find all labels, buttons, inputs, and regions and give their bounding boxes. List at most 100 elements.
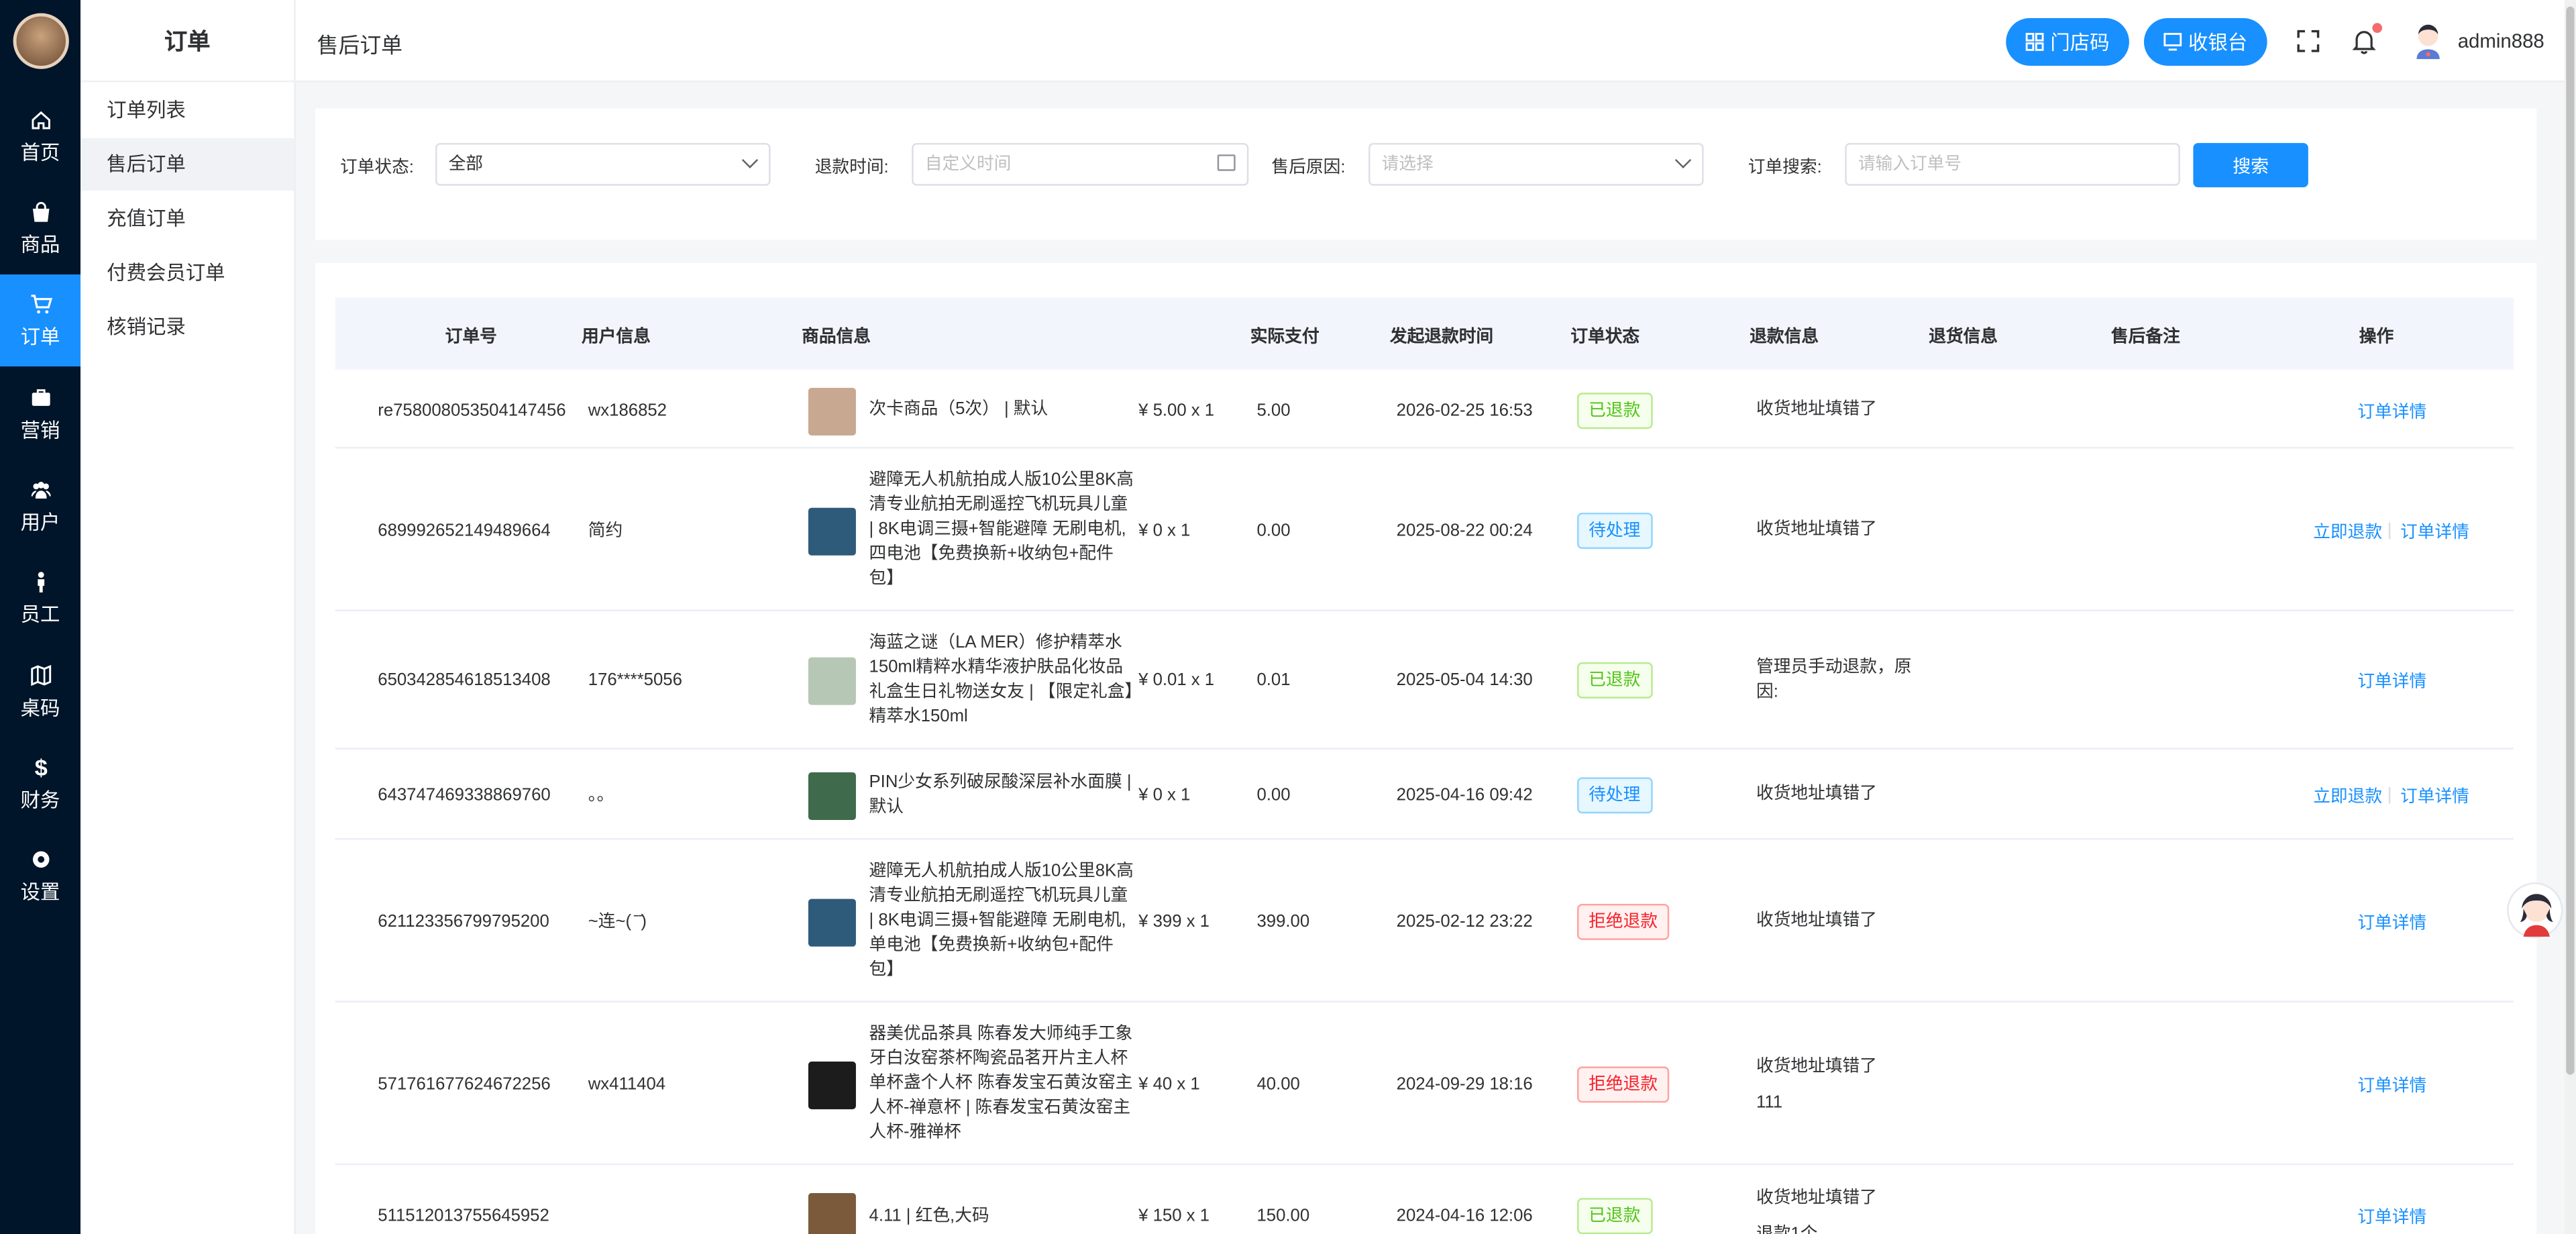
unit-price: ¥ 40 x 1 <box>1138 1074 1200 1094</box>
refund-info: 收货地址填错了 <box>1756 1056 1877 1076</box>
order-detail-link[interactable]: 订单详情 <box>2357 399 2426 423</box>
column-header-1: 用户信息 <box>581 327 651 347</box>
nav-item-4[interactable]: 用户 <box>0 460 80 552</box>
nav-item-8[interactable]: 设置 <box>0 830 80 922</box>
refund-time-placeholder: 自定义时间 <box>924 154 1012 174</box>
refund-request-time: 2024-04-16 12:06 <box>1396 1206 1533 1226</box>
unit-price: ¥ 0.01 x 1 <box>1138 670 1215 690</box>
cashier-label: 收银台 <box>2188 31 2248 54</box>
store-code-button[interactable]: 门店码 <box>2006 17 2129 66</box>
status-badge: 已退款 <box>1577 392 1652 428</box>
product-thumbnail <box>808 1060 856 1109</box>
product-thumbnail <box>808 507 856 555</box>
subnav-item-0[interactable]: 订单列表 <box>80 84 294 136</box>
column-header-7: 退货信息 <box>1929 327 1998 347</box>
nav-item-1[interactable]: 商品 <box>0 183 80 274</box>
unit-price: ¥ 399 x 1 <box>1138 911 1210 931</box>
refund-info: 收货地址填错了 <box>1756 909 1877 929</box>
column-header-6: 退款信息 <box>1750 327 1819 347</box>
order-detail-link[interactable]: 订单详情 <box>2357 910 2426 935</box>
nav-item-6[interactable]: 桌码 <box>0 646 80 737</box>
reason-select[interactable]: 请选择 <box>1368 143 1704 186</box>
nav-item-label: 员工 <box>20 602 60 625</box>
aftersale-table: 订单号 用户信息 商品信息 实际支付 发起退款时间 订单状态 退款信息 退货信息 售后备注 操作 … <box>315 262 2537 1234</box>
notification-dot <box>2372 23 2383 33</box>
table-row: 621123356799795200 ~连~( ̄ ̄) 避障无人机航拍成人版10公… <box>335 839 2514 1002</box>
product-name: 避障无人机航拍成人版10公里8K高清专业航拍无刷遥控飞机玩具儿童 | 8K电调三… <box>869 861 1134 980</box>
table-row: 689992652149489664 简约 避障无人机航拍成人版10公里8K高清专业… <box>335 449 2514 612</box>
subnav-item-2[interactable]: 充值订单 <box>80 193 294 245</box>
nav-item-0[interactable]: 首页 <box>0 91 80 183</box>
table-row: 511512013755645952 4.11 | 红色,大码 ¥ 150 x 1 1… <box>335 1165 2514 1234</box>
subnav-item-1[interactable]: 售后订单 <box>80 138 294 191</box>
user-info: 。。 <box>588 784 614 805</box>
notification-button[interactable] <box>2349 23 2383 56</box>
order-detail-link[interactable]: 订单详情 <box>2357 1072 2426 1097</box>
nav-item-label: 设置 <box>20 880 60 903</box>
column-header-8: 售后备注 <box>2110 327 2180 347</box>
refund-info: 收货地址填错了 <box>1756 782 1877 803</box>
filter-panel: 订单状态: 全部 退款时间: 自定义时间 售后原因: 请选择 订单搜索: 请输入… <box>315 108 2537 240</box>
person-icon <box>29 570 52 593</box>
nav-item-2[interactable]: 订单 <box>0 274 81 367</box>
search-button[interactable]: 搜索 <box>2193 143 2308 188</box>
cashier-button[interactable]: 收银台 <box>2143 17 2267 66</box>
order-search-placeholder: 请输入订单号 <box>1858 154 1962 174</box>
username[interactable]: admin888 <box>2458 30 2544 52</box>
order-number: 571761677624672256 <box>378 1074 551 1094</box>
product-thumbnail <box>808 387 856 435</box>
table-row: 571761677624672256 wx411404 器美优品茶具 陈春发大师纯手… <box>335 1002 2514 1166</box>
subnav-item-3[interactable]: 付费会员订单 <box>80 246 294 299</box>
nav-item-7[interactable]: $ 财务 <box>0 738 80 830</box>
nav-item-label: 首页 <box>20 140 60 164</box>
user-info: wx411404 <box>588 1074 666 1094</box>
order-detail-link[interactable]: 订单详情 <box>2400 783 2469 808</box>
nav-item-5[interactable]: 员工 <box>0 552 80 644</box>
actual-paid: 0.00 <box>1256 520 1291 540</box>
users-icon <box>29 477 52 500</box>
main-nav: 首页商品 订单营销用户员工桌码 $ 财务设置 <box>0 0 81 1234</box>
subnav-item-4[interactable]: 核销记录 <box>80 301 294 353</box>
product-name: PIN少女系列破尿酸深层补水面膜 | 默认 <box>869 771 1132 816</box>
nav-item-label: 营销 <box>20 418 60 442</box>
status-select-value: 全部 <box>448 154 484 174</box>
refund-now-link[interactable]: 立即退款 <box>2313 783 2382 808</box>
actual-paid: 150.00 <box>1256 1206 1310 1226</box>
order-detail-link[interactable]: 订单详情 <box>2357 1204 2426 1229</box>
product-name: 避障无人机航拍成人版10公里8K高清专业航拍无刷遥控飞机玩具儿童 | 8K电调三… <box>869 470 1134 588</box>
unit-price: ¥ 5.00 x 1 <box>1138 400 1215 420</box>
refund-info: 收货地址填错了 <box>1756 518 1877 539</box>
column-header-4: 发起退款时间 <box>1389 327 1494 347</box>
nav-item-3[interactable]: 营销 <box>0 368 80 460</box>
bag-icon <box>29 200 52 223</box>
page-scrollbar[interactable] <box>2564 0 2576 1234</box>
refund-time-label: 退款时间: <box>814 158 889 178</box>
product-name: 4.11 | 红色,大码 <box>869 1205 989 1225</box>
order-number: 689992652149489664 <box>378 520 551 540</box>
order-search-input[interactable]: 请输入订单号 <box>1845 143 2180 186</box>
actual-paid: 0.01 <box>1256 670 1291 690</box>
table-header: 订单号 用户信息 商品信息 实际支付 发起退款时间 订单状态 退款信息 退货信息 售后备注 操作 <box>335 297 2514 370</box>
briefcase-icon <box>29 385 52 408</box>
status-badge: 已退款 <box>1577 1198 1652 1234</box>
scrollbar-thumb[interactable] <box>2566 6 2575 1075</box>
refund-request-time: 2025-02-12 23:22 <box>1396 911 1533 931</box>
assistant-avatar-icon <box>2520 894 2553 937</box>
status-select[interactable]: 全部 <box>435 143 771 186</box>
fullscreen-icon[interactable] <box>2294 26 2323 56</box>
store-logo[interactable] <box>12 13 68 69</box>
order-detail-link[interactable]: 订单详情 <box>2400 519 2469 544</box>
table-row: 650342854618513408 176****5056 海蓝之谜（LA MER… <box>335 611 2514 750</box>
refund-time-picker[interactable]: 自定义时间 <box>912 143 1249 186</box>
breadcrumb: 售后订单 <box>317 32 403 58</box>
support-chat-button[interactable] <box>2507 882 2563 939</box>
order-detail-link[interactable]: 订单详情 <box>2357 669 2426 694</box>
order-number: 621123356799795200 <box>378 911 549 931</box>
user-info: 176****5056 <box>588 670 682 690</box>
order-number: 511512013755645952 <box>378 1206 549 1226</box>
cart-icon <box>29 292 52 315</box>
refund-now-link[interactable]: 立即退款 <box>2313 519 2382 544</box>
actual-paid: 40.00 <box>1256 1074 1300 1094</box>
avatar[interactable] <box>2412 23 2445 60</box>
user-info: 简约 <box>588 520 623 540</box>
